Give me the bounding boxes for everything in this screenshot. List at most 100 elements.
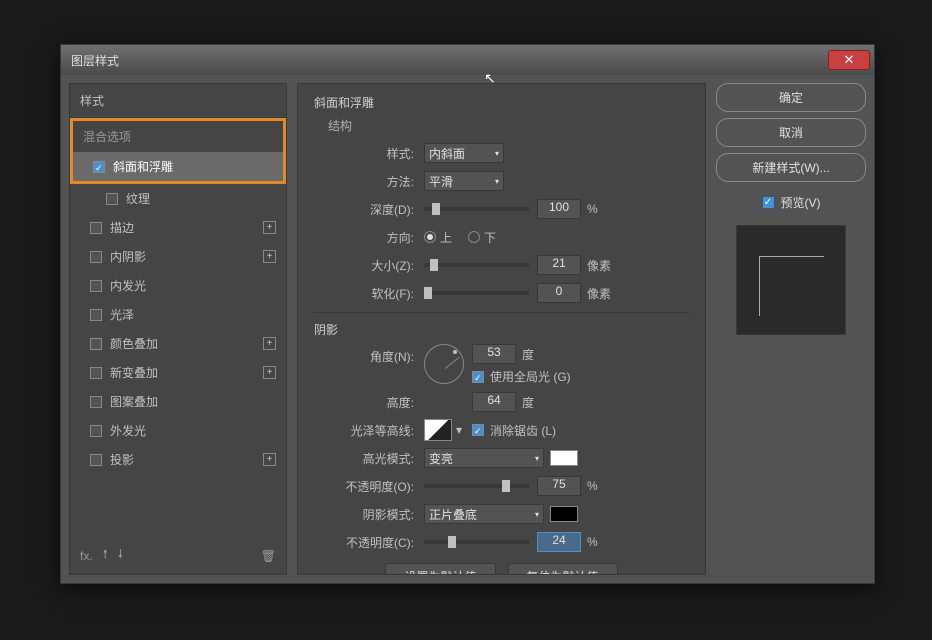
- structure-label: 结构: [328, 117, 689, 134]
- plus-icon[interactable]: +: [263, 221, 276, 234]
- shadow-opacity-label: 不透明度(C):: [314, 534, 414, 551]
- global-light-checkbox[interactable]: 使用全局光 (G): [472, 368, 571, 385]
- color-overlay-checkbox[interactable]: [90, 338, 102, 350]
- list-footer: fx. 🠕 🠗 🗑: [70, 537, 286, 574]
- direction-down-radio[interactable]: 下: [468, 229, 496, 246]
- style-label: 光泽: [110, 306, 134, 323]
- style-item-drop-shadow[interactable]: 投影 +: [70, 445, 286, 474]
- panel-title: 斜面和浮雕: [314, 94, 689, 111]
- style-select[interactable]: 内斜面▾: [424, 143, 504, 163]
- bevel-checkbox[interactable]: [93, 161, 105, 173]
- depth-label: 深度(D):: [314, 201, 414, 218]
- highlight-mode-select[interactable]: 变亮▾: [424, 448, 544, 468]
- chevron-down-icon: ▾: [495, 177, 499, 186]
- depth-input[interactable]: 100: [537, 199, 581, 219]
- new-style-button[interactable]: 新建样式(W)...: [716, 153, 866, 182]
- preview-checkbox[interactable]: ✓预览(V): [716, 194, 866, 211]
- down-arrow-icon[interactable]: 🠗: [118, 545, 123, 566]
- layer-style-dialog: 图层样式 ✕ 样式 混合选项 斜面和浮雕 纹理 描边+ 内阴影+ 内发光 光泽 …: [60, 44, 875, 584]
- angle-control[interactable]: [424, 344, 464, 384]
- soften-slider[interactable]: [424, 291, 529, 295]
- style-label: 内发光: [110, 277, 146, 294]
- pattern-overlay-checkbox[interactable]: [90, 396, 102, 408]
- style-item-color-overlay[interactable]: 颜色叠加 +: [70, 329, 286, 358]
- highlight-mode-label: 高光模式:: [314, 450, 414, 467]
- stroke-checkbox[interactable]: [90, 222, 102, 234]
- angle-label: 角度(N):: [314, 348, 414, 365]
- style-label: 样式:: [314, 145, 414, 162]
- gradient-overlay-checkbox[interactable]: [90, 367, 102, 379]
- style-item-inner-shadow[interactable]: 内阴影+: [70, 242, 286, 271]
- shadow-opacity-input[interactable]: 24: [537, 532, 581, 552]
- style-label: 图案叠加: [110, 393, 158, 410]
- actions-panel: 确定 取消 新建样式(W)... ✓预览(V): [716, 83, 866, 575]
- chevron-down-icon[interactable]: ▾: [456, 423, 462, 437]
- size-label: 大小(Z):: [314, 257, 414, 274]
- style-item-outer-glow[interactable]: 外发光: [70, 416, 286, 445]
- up-arrow-icon[interactable]: 🠕: [103, 545, 108, 566]
- soften-input[interactable]: 0: [537, 283, 581, 303]
- style-item-bevel[interactable]: 斜面和浮雕: [73, 152, 283, 181]
- style-item-stroke[interactable]: 描边 +: [70, 213, 286, 242]
- shadow-mode-select[interactable]: 正片叠底▾: [424, 504, 544, 524]
- altitude-input[interactable]: 64: [472, 392, 516, 412]
- close-button[interactable]: ✕: [828, 50, 870, 70]
- slider-thumb[interactable]: [448, 536, 456, 548]
- style-label: 新变叠加: [110, 364, 158, 381]
- styles-header: 样式: [70, 84, 286, 118]
- plus-icon[interactable]: +: [263, 337, 276, 350]
- slider-thumb[interactable]: [432, 203, 440, 215]
- antialias-checkbox[interactable]: 消除锯齿 (L): [472, 422, 556, 439]
- trash-icon[interactable]: 🗑: [261, 549, 276, 563]
- size-input[interactable]: 21: [537, 255, 581, 275]
- shadow-mode-label: 阴影模式:: [314, 506, 414, 523]
- plus-icon[interactable]: +: [263, 366, 276, 379]
- highlight-opacity-slider[interactable]: [424, 484, 529, 488]
- ok-button[interactable]: 确定: [716, 83, 866, 112]
- style-label: 投影: [110, 451, 134, 468]
- soften-label: 软化(F):: [314, 285, 414, 302]
- direction-label: 方向:: [314, 229, 414, 246]
- make-default-button[interactable]: 设置为默认值: [385, 563, 495, 575]
- fx-icon[interactable]: fx.: [80, 549, 93, 563]
- highlight-color-swatch[interactable]: [550, 450, 578, 466]
- style-item-inner-glow[interactable]: 内发光: [70, 271, 286, 300]
- settings-panel: 斜面和浮雕 结构 样式:内斜面▾ 方法:平滑▾ 深度(D):100% 方向:上下…: [297, 83, 706, 575]
- size-slider[interactable]: [424, 263, 529, 267]
- slider-thumb[interactable]: [424, 287, 432, 299]
- title-bar[interactable]: 图层样式 ✕: [61, 45, 874, 75]
- style-label: 斜面和浮雕: [113, 158, 173, 175]
- slider-thumb[interactable]: [502, 480, 510, 492]
- direction-up-radio[interactable]: 上: [424, 229, 452, 246]
- satin-checkbox[interactable]: [90, 309, 102, 321]
- depth-slider[interactable]: [424, 207, 529, 211]
- texture-checkbox[interactable]: [106, 193, 118, 205]
- chevron-down-icon: ▾: [535, 454, 539, 463]
- inner-glow-checkbox[interactable]: [90, 280, 102, 292]
- style-item-satin[interactable]: 光泽: [70, 300, 286, 329]
- drop-shadow-checkbox[interactable]: [90, 454, 102, 466]
- chevron-down-icon: ▾: [535, 510, 539, 519]
- gloss-contour-label: 光泽等高线:: [314, 422, 414, 439]
- style-item-texture[interactable]: 纹理: [70, 184, 286, 213]
- plus-icon[interactable]: +: [263, 250, 276, 263]
- plus-icon[interactable]: +: [263, 453, 276, 466]
- style-item-gradient-overlay[interactable]: 新变叠加 +: [70, 358, 286, 387]
- highlighted-region: 混合选项 斜面和浮雕: [70, 118, 286, 184]
- method-select[interactable]: 平滑▾: [424, 171, 504, 191]
- inner-shadow-checkbox[interactable]: [90, 251, 102, 263]
- cancel-button[interactable]: 取消: [716, 118, 866, 147]
- highlight-opacity-input[interactable]: 75: [537, 476, 581, 496]
- dialog-title: 图层样式: [71, 52, 828, 69]
- style-label: 描边: [110, 219, 134, 236]
- shadow-color-swatch[interactable]: [550, 506, 578, 522]
- style-item-pattern-overlay[interactable]: 图案叠加: [70, 387, 286, 416]
- shadow-opacity-slider[interactable]: [424, 540, 529, 544]
- angle-input[interactable]: 53: [472, 344, 516, 364]
- outer-glow-checkbox[interactable]: [90, 425, 102, 437]
- blend-options-label[interactable]: 混合选项: [73, 121, 283, 152]
- slider-thumb[interactable]: [430, 259, 438, 271]
- reset-default-button[interactable]: 复位为默认值: [508, 563, 618, 575]
- style-label: 颜色叠加: [110, 335, 158, 352]
- gloss-contour-picker[interactable]: [424, 419, 452, 441]
